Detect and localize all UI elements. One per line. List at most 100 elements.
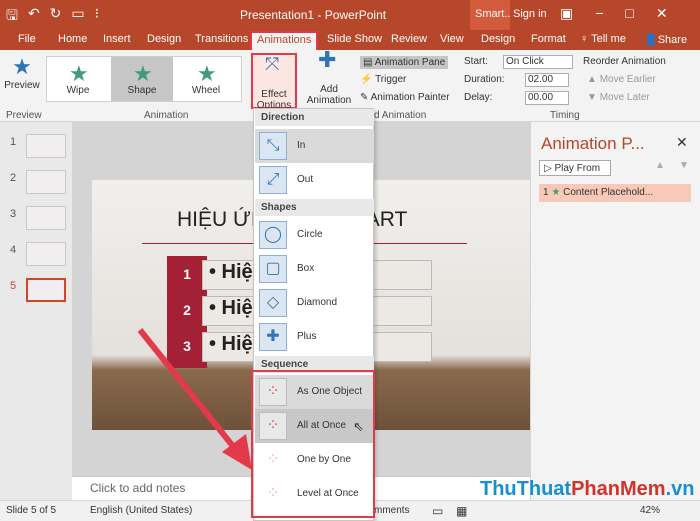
thumb-number: 3 <box>10 208 17 220</box>
animation-pane: Animation P... ✕ ▷ Play From ▲ ▼ 1 ★ Con… <box>530 122 700 500</box>
preview-button[interactable]: ★ Preview <box>4 54 40 91</box>
smartart-number[interactable]: 1 <box>167 256 207 296</box>
ribbon-display-icon[interactable]: ▣ <box>560 5 573 22</box>
delay-label: Delay: <box>464 92 493 103</box>
tab-insert[interactable]: Insert <box>103 33 131 45</box>
save-icon[interactable]: 🖫 <box>6 5 18 29</box>
play-from-button[interactable]: ▷ Play From <box>539 160 611 176</box>
start-select[interactable]: On Click <box>503 55 573 69</box>
tab-design[interactable]: Design <box>147 33 181 45</box>
share-icon: 👤 <box>644 34 658 46</box>
circle-icon: ◯ <box>259 221 287 249</box>
quick-access-toolbar: 🖫 ↶ ↻ ▭ ⁝ <box>6 5 99 29</box>
timing-group-label: Timing <box>550 110 580 121</box>
animation-list-item[interactable]: 1 ★ Content Placehold... <box>539 184 691 202</box>
animation-group-label: Animation <box>144 110 189 121</box>
tab-slide-show[interactable]: Slide Show <box>327 33 382 45</box>
tab-animations[interactable]: Animations <box>249 31 319 52</box>
move-earlier-button[interactable]: ▲ Move Earlier <box>587 74 656 85</box>
slide-thumbnail-pane: 1 2 3 4 5 <box>0 122 72 500</box>
maximize-icon[interactable]: □ <box>625 5 633 22</box>
duration-label: Duration: <box>464 74 505 85</box>
watermark: ThuThuatPhanMem.vn <box>480 478 695 500</box>
box-icon: ▢ <box>259 255 287 283</box>
close-pane-icon[interactable]: ✕ <box>676 134 688 151</box>
gallery-item-wipe[interactable]: ★ Wipe <box>47 57 109 101</box>
menu-item-in[interactable]: ⤡ In <box>255 129 374 163</box>
tab-home[interactable]: Home <box>58 33 87 45</box>
slide-thumbnail[interactable] <box>26 206 66 230</box>
reorder-label: Reorder Animation <box>583 56 666 67</box>
tab-view[interactable]: View <box>440 33 464 45</box>
menu-item-diamond[interactable]: ◇ Diamond <box>255 286 374 320</box>
slide-thumbnail[interactable] <box>26 170 66 194</box>
animation-painter-button[interactable]: ✎ Animation Painter <box>360 92 450 103</box>
tab-review[interactable]: Review <box>391 33 427 45</box>
add-animation-button[interactable]: ✚ Add Animation <box>304 49 354 107</box>
window-title: Presentation1 - PowerPoint <box>240 8 387 22</box>
tab-smartart-design[interactable]: Design <box>481 33 515 45</box>
thumb-number: 4 <box>10 244 17 256</box>
slide-counter: Slide 5 of 5 <box>6 505 57 516</box>
language-status[interactable]: English (United States) <box>90 505 192 516</box>
slide-thumbnail[interactable] <box>26 134 66 158</box>
ribbon-tabs: File Home Insert Design Transitions Anim… <box>0 30 700 52</box>
diamond-icon: ◇ <box>259 289 287 317</box>
pane-icon: ▤ <box>363 57 375 68</box>
normal-view-icon[interactable]: ▭ <box>432 504 443 518</box>
trigger-icon: ⚡ <box>360 74 376 85</box>
tell-me-box[interactable]: ♀ Tell me <box>580 33 626 45</box>
comments-button[interactable]: mments <box>374 505 410 516</box>
star-icon: ★ <box>69 61 89 86</box>
duration-input[interactable]: 02.00 <box>525 73 569 87</box>
tab-format[interactable]: Format <box>531 33 566 45</box>
gallery-item-shape[interactable]: ★ Shape <box>111 57 173 101</box>
gallery-item-wheel[interactable]: ★ Wheel <box>175 57 237 101</box>
painter-icon: ✎ <box>360 92 371 103</box>
slide-sorter-icon[interactable]: ▦ <box>456 504 467 518</box>
move-down-icon[interactable]: ▼ <box>679 160 689 171</box>
smartart-number[interactable]: 2 <box>167 292 207 332</box>
close-icon[interactable]: ✕ <box>656 5 668 22</box>
customize-qat-icon[interactable]: ⁝ <box>95 5 99 29</box>
direction-out-icon: ⤢ <box>259 166 287 194</box>
menu-item-box[interactable]: ▢ Box <box>255 252 374 286</box>
redo-icon[interactable]: ↻ <box>50 5 62 29</box>
move-up-icon[interactable]: ▲ <box>655 160 665 171</box>
tab-transitions[interactable]: Transitions <box>195 33 248 45</box>
slide-thumbnail[interactable] <box>26 242 66 266</box>
share-button[interactable]: 👤Share <box>644 33 687 46</box>
present-icon[interactable]: ▭ <box>71 5 84 29</box>
window-controls: ▣ − □ ✕ <box>560 5 668 22</box>
smartart-number[interactable]: 3 <box>167 328 207 368</box>
tab-file[interactable]: File <box>18 33 36 45</box>
thumb-number: 5 <box>10 280 17 292</box>
delay-input[interactable]: 00.00 <box>525 91 569 105</box>
trigger-button[interactable]: ⚡ Trigger <box>360 74 406 85</box>
smartart-context-tab[interactable]: Smart... <box>470 0 510 30</box>
effect-options-icon: ⤧ <box>265 54 280 74</box>
star-icon: ★ <box>551 187 564 198</box>
thumb-number: 1 <box>10 136 17 148</box>
animation-gallery: ★ Wipe ★ Shape ★ Wheel <box>46 56 242 102</box>
sign-in-link[interactable]: Sign in <box>513 8 547 20</box>
title-bar: 🖫 ↶ ↻ ▭ ⁝ Presentation1 - PowerPoint Sma… <box>0 0 700 30</box>
direction-header: Direction <box>255 109 374 126</box>
animation-pane-button[interactable]: ▤ Animation Pane <box>360 56 449 69</box>
plus-icon: ✚ <box>259 323 287 351</box>
undo-icon[interactable]: ↶ <box>28 5 40 29</box>
menu-item-out[interactable]: ⤢ Out <box>255 163 374 197</box>
minimize-icon[interactable]: − <box>595 5 603 22</box>
slide-thumbnail-selected[interactable] <box>26 278 66 302</box>
start-label: Start: <box>464 56 488 67</box>
zoom-level[interactable]: 42% <box>640 505 660 516</box>
direction-in-icon: ⤡ <box>259 132 287 160</box>
effect-options-button[interactable]: ⤧ Effect Options <box>251 53 297 111</box>
menu-item-plus[interactable]: ✚ Plus <box>255 320 374 354</box>
menu-item-circle[interactable]: ◯ Circle <box>255 218 374 252</box>
move-later-button[interactable]: ▼ Move Later <box>587 92 650 103</box>
preview-group-label: Preview <box>6 110 42 121</box>
animation-pane-title: Animation P... <box>541 134 645 153</box>
shapes-header: Shapes <box>255 199 374 216</box>
thumb-number: 2 <box>10 172 17 184</box>
